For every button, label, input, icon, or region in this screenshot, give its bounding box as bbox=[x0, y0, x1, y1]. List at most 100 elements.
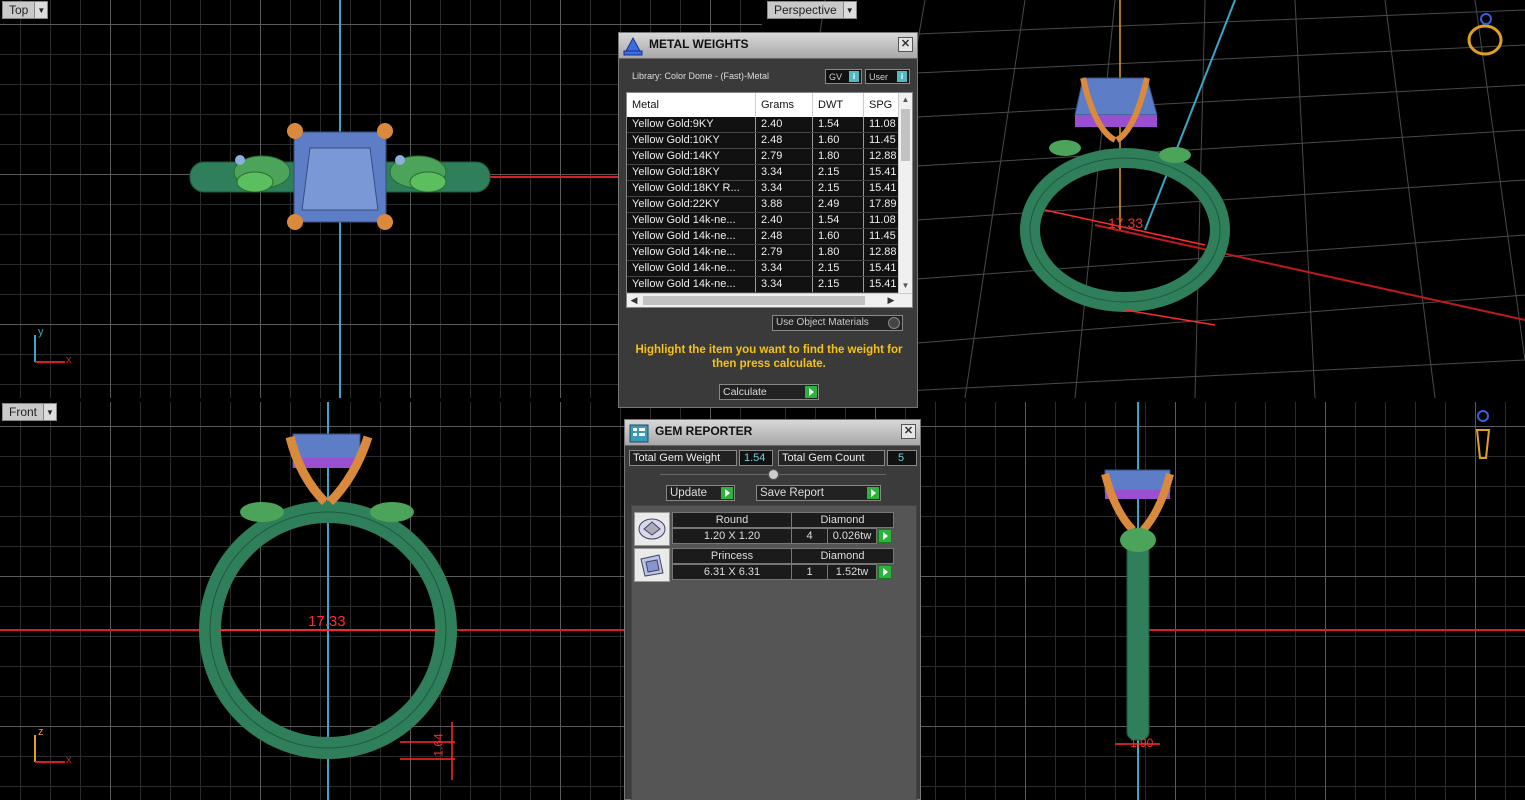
table-cell: Yellow Gold 14k-ne... bbox=[632, 278, 736, 290]
axis-y-label: y bbox=[38, 326, 44, 338]
table-cell: 2.15 bbox=[818, 166, 840, 178]
table-cell: 3.34 bbox=[761, 278, 783, 290]
table-cell: Yellow Gold:14KY bbox=[632, 150, 720, 162]
table-cell: 3.34 bbox=[761, 166, 783, 178]
use-object-materials-toggle[interactable]: Use Object Materials bbox=[772, 315, 903, 331]
table-row[interactable]: Yellow Gold:10KY 2.48 1.60 11.45 bbox=[627, 133, 898, 149]
table-cell: 1.54 bbox=[818, 214, 840, 226]
metal-table[interactable]: Metal Grams DWT SPG Yellow Gold:9KY 2.40 1… bbox=[626, 92, 913, 308]
table-row[interactable]: Yellow Gold 14k-ne... 2.79 1.80 12.88 bbox=[627, 245, 898, 261]
round-gem-icon bbox=[634, 512, 670, 546]
table-cell: 2.15 bbox=[818, 182, 840, 194]
dialog-title: GEM REPORTER bbox=[655, 424, 753, 438]
table-cell: Yellow Gold:10KY bbox=[632, 134, 720, 146]
gem-size: 1.20 X 1.20 bbox=[672, 528, 792, 544]
gem-row[interactable]: Round Diamond 1.20 X 1.20 4 0.026tw bbox=[634, 512, 894, 548]
axis-z-label: z bbox=[38, 726, 44, 738]
gem-weight: 0.026tw bbox=[827, 528, 877, 544]
table-cell: 2.15 bbox=[818, 262, 840, 274]
table-row[interactable]: Yellow Gold:18KY 3.34 2.15 15.41 bbox=[627, 165, 898, 181]
metal-weights-titlebar[interactable]: METAL WEIGHTS ✕ bbox=[619, 33, 917, 59]
table-cell: 1.60 bbox=[818, 230, 840, 242]
column-header[interactable]: Grams bbox=[761, 99, 794, 111]
calculate-button[interactable]: Calculate bbox=[719, 384, 819, 400]
axis-x-label: x bbox=[66, 354, 72, 366]
table-row[interactable]: Yellow Gold:22KY 3.88 2.49 17.89 bbox=[627, 197, 898, 213]
princess-gem-icon bbox=[634, 548, 670, 582]
slider-knob[interactable] bbox=[768, 469, 779, 480]
gv-toggle[interactable]: GV i bbox=[825, 69, 862, 84]
column-header[interactable]: DWT bbox=[818, 99, 843, 111]
table-cell: 3.88 bbox=[761, 198, 783, 210]
table-header: Metal Grams DWT SPG bbox=[627, 93, 898, 117]
chevron-down-icon: ▼ bbox=[842, 2, 856, 18]
column-header[interactable]: Metal bbox=[632, 99, 659, 111]
gem-material: Diamond bbox=[791, 512, 894, 528]
gem-reporter-titlebar[interactable]: GEM REPORTER ✕ bbox=[625, 420, 920, 446]
close-button[interactable]: ✕ bbox=[901, 424, 916, 439]
table-cell: 2.79 bbox=[761, 246, 783, 258]
play-icon bbox=[721, 487, 733, 499]
play-icon[interactable] bbox=[878, 565, 892, 579]
play-icon[interactable] bbox=[878, 529, 892, 543]
dimension-label: 17.33 bbox=[1108, 215, 1144, 231]
gem-size: 6.31 X 6.31 bbox=[672, 564, 792, 580]
table-row[interactable]: Yellow Gold:9KY 2.40 1.54 11.08 bbox=[627, 117, 898, 133]
table-cell: 3.34 bbox=[761, 182, 783, 194]
table-cell: 2.49 bbox=[818, 198, 840, 210]
radio-icon bbox=[888, 317, 900, 329]
table-cell: 2.48 bbox=[761, 134, 783, 146]
library-label: Library: Color Dome - (Fast)-Metal bbox=[632, 71, 770, 81]
metal-weights-icon bbox=[623, 36, 643, 56]
close-button[interactable]: ✕ bbox=[898, 37, 913, 52]
table-row[interactable]: Yellow Gold 14k-ne... 2.40 1.54 11.08 bbox=[627, 213, 898, 229]
save-report-button[interactable]: Save Report bbox=[756, 485, 881, 501]
gem-count: 4 bbox=[791, 528, 828, 544]
table-cell: 1.60 bbox=[818, 134, 840, 146]
table-cell: 1.80 bbox=[818, 150, 840, 162]
total-gem-weight-value: 1.54 bbox=[739, 450, 773, 466]
table-row[interactable]: Yellow Gold 14k-ne... 3.34 2.15 15.41 bbox=[627, 261, 898, 277]
scroll-thumb[interactable] bbox=[643, 296, 865, 305]
horizontal-scrollbar[interactable]: ◀ ▶ bbox=[627, 293, 912, 307]
play-icon bbox=[867, 487, 879, 499]
chevron-down-icon: ▼ bbox=[43, 404, 57, 420]
table-cell: Yellow Gold 14k-ne... bbox=[632, 246, 736, 258]
update-button[interactable]: Update bbox=[666, 485, 735, 501]
table-row[interactable]: Yellow Gold:18KY R... 3.34 2.15 15.41 bbox=[627, 181, 898, 197]
table-cell: 2.79 bbox=[761, 150, 783, 162]
vertical-scrollbar[interactable]: ▲ ▼ bbox=[898, 93, 912, 293]
help-text: Highlight the item you want to find the … bbox=[635, 344, 903, 370]
total-gem-count-label: Total Gem Count bbox=[778, 450, 885, 466]
table-cell: Yellow Gold 14k-ne... bbox=[632, 214, 736, 226]
scroll-right-icon[interactable]: ▶ bbox=[884, 294, 898, 307]
scroll-left-icon[interactable]: ◀ bbox=[627, 294, 641, 307]
table-row[interactable]: Yellow Gold:14KY 2.79 1.80 12.88 bbox=[627, 149, 898, 165]
gem-list[interactable]: Round Diamond 1.20 X 1.20 4 0.026tw Prin… bbox=[631, 505, 917, 800]
band-dimension-label: 1.64 bbox=[431, 733, 446, 757]
axis-x-label: x bbox=[66, 754, 72, 766]
info-icon: i bbox=[849, 71, 859, 82]
user-toggle[interactable]: User i bbox=[865, 69, 910, 84]
gem-reporter-dialog[interactable]: GEM REPORTER ✕ Total Gem Weight 1.54 Tot… bbox=[624, 419, 921, 800]
table-row[interactable]: Yellow Gold 14k-ne... 3.34 2.15 15.41 bbox=[627, 277, 898, 293]
table-cell: 3.34 bbox=[761, 262, 783, 274]
gem-material: Diamond bbox=[791, 548, 894, 564]
viewport-label-front[interactable]: Front ▼ bbox=[2, 403, 58, 421]
scroll-thumb[interactable] bbox=[901, 109, 910, 161]
info-icon: i bbox=[897, 71, 907, 82]
scroll-up-icon[interactable]: ▲ bbox=[899, 93, 912, 107]
viewport-label-perspective[interactable]: Perspective ▼ bbox=[767, 1, 857, 19]
viewport-label-top[interactable]: Top ▼ bbox=[2, 1, 49, 19]
table-cell: Yellow Gold 14k-ne... bbox=[632, 230, 736, 242]
total-gem-count-value: 5 bbox=[887, 450, 917, 466]
metal-weights-dialog[interactable]: METAL WEIGHTS ✕ Library: Color Dome - (F… bbox=[618, 32, 918, 408]
table-cell: 1.54 bbox=[818, 118, 840, 130]
dialog-title: METAL WEIGHTS bbox=[649, 37, 749, 51]
table-row[interactable]: Yellow Gold 14k-ne... 2.48 1.60 11.45 bbox=[627, 229, 898, 245]
scroll-down-icon[interactable]: ▼ bbox=[899, 279, 912, 293]
gem-row[interactable]: Princess Diamond 6.31 X 6.31 1 1.52tw bbox=[634, 548, 894, 584]
dimension-label: 17.33 bbox=[308, 613, 346, 630]
column-header[interactable]: SPG bbox=[869, 99, 892, 111]
gem-reporter-icon bbox=[629, 424, 649, 443]
